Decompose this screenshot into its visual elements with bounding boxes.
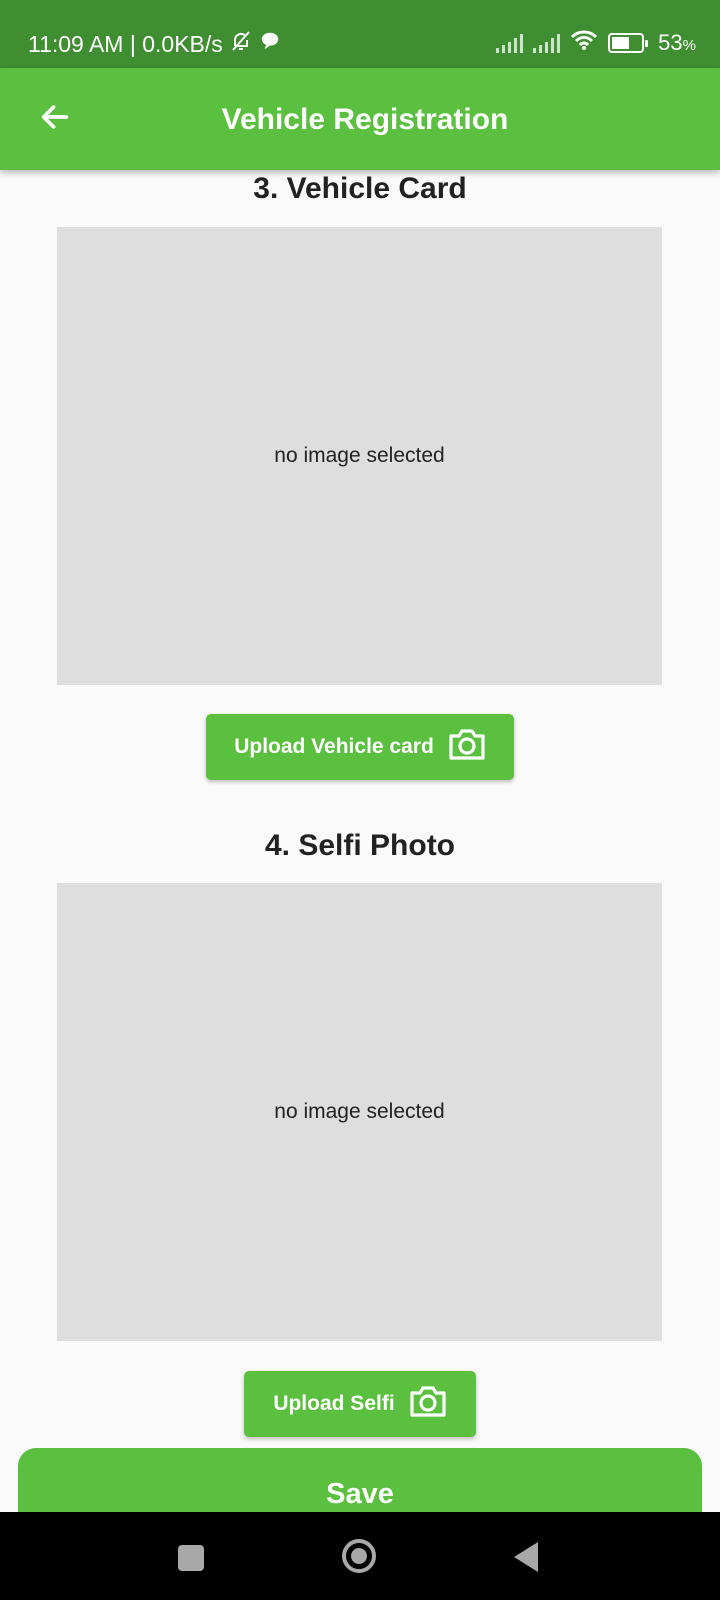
- section-title-selfi-photo: 4. Selfi Photo: [264, 829, 456, 862]
- wifi-icon: [570, 29, 598, 57]
- battery-charging-icon: [608, 33, 649, 53]
- status-bar: 11:09 AM | 0.0KB/s 53%: [0, 0, 720, 68]
- status-left: 11:09 AM | 0.0KB/s: [28, 29, 281, 59]
- camera-icon: [448, 727, 486, 767]
- selfi-image-preview: no image selected: [57, 883, 662, 1341]
- chat-bubble-icon: [259, 30, 281, 58]
- camera-icon: [409, 1384, 447, 1424]
- vehicle-card-image-preview: no image selected: [57, 227, 662, 685]
- signal-icon: [533, 33, 561, 53]
- upload-vehicle-card-button[interactable]: Upload Vehicle card: [206, 714, 514, 780]
- page-title: Vehicle Registration: [221, 103, 509, 136]
- upload-selfi-button[interactable]: Upload Selfi: [244, 1371, 476, 1437]
- signal-icon: [496, 33, 524, 53]
- battery-percent: 53%: [658, 30, 696, 55]
- app-bar: Vehicle Registration: [0, 68, 720, 170]
- status-time: 11:09 AM | 0.0KB/s: [28, 30, 223, 57]
- upload-button-label: Upload Selfi: [273, 1392, 395, 1415]
- system-nav-bar: [0, 1512, 720, 1600]
- image-placeholder-text: no image selected: [274, 444, 445, 467]
- recents-icon[interactable]: [178, 1545, 204, 1571]
- status-right: 53%: [496, 29, 696, 57]
- back-icon[interactable]: [514, 1542, 538, 1572]
- section-title-vehicle-card: 3. Vehicle Card: [253, 172, 467, 205]
- upload-button-label: Upload Vehicle card: [234, 735, 434, 758]
- home-icon[interactable]: [342, 1539, 376, 1573]
- image-placeholder-text: no image selected: [274, 1100, 445, 1123]
- muted-bell-icon: [229, 29, 253, 59]
